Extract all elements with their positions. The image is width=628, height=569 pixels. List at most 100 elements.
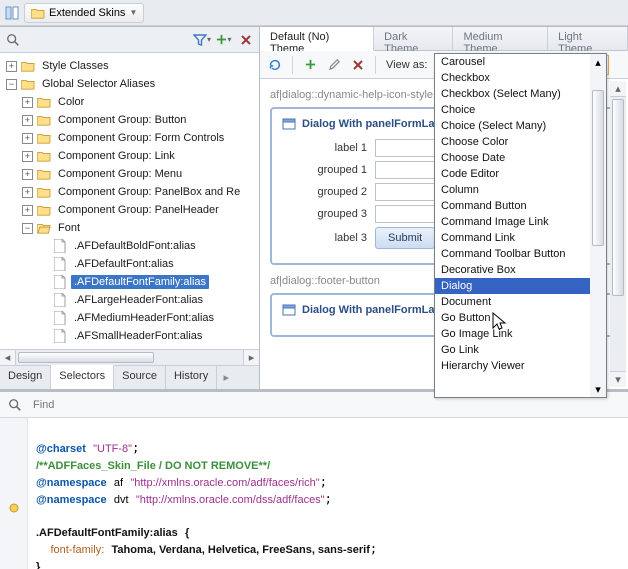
form-label: grouped 1	[282, 164, 367, 176]
tree-label: .AFDefaultFontFamily:alias	[71, 275, 209, 289]
dropdown-item[interactable]: Document	[435, 294, 606, 310]
dropdown-item[interactable]: Choose Date	[435, 150, 606, 166]
text-input[interactable]	[375, 139, 435, 157]
dropdown-item[interactable]: Checkbox (Select Many)	[435, 86, 606, 102]
search-icon[interactable]	[6, 396, 24, 414]
scroll-down-icon[interactable]: ▾	[610, 371, 626, 387]
dropdown-item[interactable]: Carousel	[435, 54, 606, 70]
tab-source[interactable]: Source	[114, 366, 166, 389]
tree-label: Component Group: Menu	[55, 167, 185, 181]
tree-scroll[interactable]: +Style Classes−Global Selector Aliases+C…	[0, 53, 259, 349]
theme-tab[interactable]: Medium Theme	[453, 27, 548, 50]
text-input[interactable]	[375, 205, 435, 223]
viewas-dropdown[interactable]: CarouselCheckboxCheckbox (Select Many)Ch…	[434, 53, 607, 398]
add-icon[interactable]	[301, 56, 319, 74]
expand-icon[interactable]: +	[22, 205, 33, 216]
tree-node[interactable]: −Global Selector Aliases	[4, 75, 257, 93]
tree-label: .AFLargeHeaderFont:alias	[71, 293, 206, 307]
edit-icon[interactable]	[325, 56, 343, 74]
tree-node[interactable]: +Component Group: Button	[20, 111, 257, 129]
submit-button[interactable]: Submit	[375, 227, 435, 249]
scroll-thumb[interactable]	[612, 99, 624, 296]
dropdown-item[interactable]: Choice	[435, 102, 606, 118]
expand-icon[interactable]: +	[22, 151, 33, 162]
tree-node[interactable]: − Font	[20, 219, 257, 237]
text-input[interactable]	[375, 183, 435, 201]
tab-history[interactable]: History	[166, 366, 217, 389]
source-editor[interactable]: @charset "UTF-8"; /**ADFFaces_Skin_File …	[0, 418, 628, 569]
text-input[interactable]	[375, 161, 435, 179]
search-icon[interactable]	[4, 31, 22, 49]
tab-design[interactable]: Design	[0, 366, 51, 389]
tabs-overflow-icon[interactable]: ▸	[217, 366, 235, 389]
dropdown-item[interactable]: Command Link	[435, 230, 606, 246]
dropdown-item[interactable]: Checkbox	[435, 70, 606, 86]
delete-icon[interactable]	[349, 56, 367, 74]
dropdown-item[interactable]: Command Button	[435, 198, 606, 214]
tree-node[interactable]: .AFDefaultFontFamily:alias	[36, 273, 257, 291]
tree-label: Style Classes	[39, 59, 112, 73]
source-panel: @charset "UTF-8"; /**ADFFaces_Skin_File …	[0, 389, 628, 569]
tree-node[interactable]: + Component Group: Menu	[20, 165, 257, 183]
expand-icon[interactable]: +	[22, 97, 33, 108]
expand-icon	[38, 277, 49, 288]
theme-tabstrip: Default (No) ThemeDark ThemeMedium Theme…	[260, 27, 628, 51]
dropdown-item[interactable]: Code Editor	[435, 166, 606, 182]
dropdown-item[interactable]: Go Button	[435, 310, 606, 326]
tree-node[interactable]: .AFSmallHeaderFont:alias	[36, 327, 257, 345]
dropdown-item[interactable]: Choice (Select Many)	[435, 118, 606, 134]
folder-icon	[36, 166, 52, 182]
tree-h-scrollbar[interactable]: ◂ ▸	[0, 349, 259, 365]
tree-node[interactable]: + Component Group: Form Controls	[20, 129, 257, 147]
theme-tab[interactable]: Dark Theme	[374, 27, 453, 50]
tree-node[interactable]: +Component Group: Link	[20, 147, 257, 165]
expand-icon[interactable]: +	[22, 169, 33, 180]
collapse-icon[interactable]: −	[6, 79, 17, 90]
dropdown-scrollbar[interactable]: ▴▾	[590, 54, 606, 397]
expand-icon[interactable]: +	[22, 187, 33, 198]
delete-icon[interactable]	[237, 31, 255, 49]
find-input[interactable]	[30, 396, 622, 414]
dialog-icon	[282, 117, 296, 131]
scroll-thumb[interactable]	[18, 352, 154, 363]
theme-tab[interactable]: Light Theme	[548, 27, 628, 50]
expand-icon[interactable]: +	[6, 61, 17, 72]
chevron-down-icon: ▼	[129, 8, 137, 17]
dropdown-item[interactable]: Command Image Link	[435, 214, 606, 230]
tree-node[interactable]: +Color	[20, 93, 257, 111]
scroll-up-icon[interactable]: ▴	[610, 81, 626, 97]
theme-tab[interactable]: Default (No) Theme	[260, 27, 374, 51]
expand-icon[interactable]: +	[22, 115, 33, 126]
dropdown-item[interactable]: Decorative Box	[435, 262, 606, 278]
tree-label: Component Group: Form Controls	[55, 131, 227, 145]
tree-node[interactable]: .AFDefaultFont:alias	[36, 255, 257, 273]
preview-v-scrollbar[interactable]: ▴ ▾	[610, 81, 626, 387]
scroll-right-icon[interactable]: ▸	[243, 350, 259, 365]
tree-node[interactable]: + Style Classes	[4, 57, 257, 75]
dropdown-item[interactable]: Dialog	[435, 278, 606, 294]
tree-node[interactable]: .AFDefaultBoldFont:alias	[36, 237, 257, 255]
add-icon[interactable]: ▾	[215, 31, 233, 49]
expand-icon[interactable]: +	[22, 133, 33, 144]
folder-icon	[36, 148, 52, 164]
scroll-left-icon[interactable]: ◂	[0, 350, 16, 365]
dropdown-item[interactable]: Command Toolbar Button	[435, 246, 606, 262]
tree-node[interactable]: .AFLargeHeaderFont:alias	[36, 291, 257, 309]
panes-icon[interactable]	[4, 5, 20, 21]
breadcrumb-extended-skins[interactable]: Extended Skins ▼	[24, 3, 144, 23]
dropdown-item[interactable]: Go Link	[435, 342, 606, 358]
filter-icon[interactable]: ▾	[193, 31, 211, 49]
dropdown-item[interactable]: Column	[435, 182, 606, 198]
tree-label: Font	[55, 221, 83, 235]
dropdown-item[interactable]: Choose Color	[435, 134, 606, 150]
title-bar: Extended Skins ▼	[0, 0, 628, 26]
tree-node[interactable]: +Component Group: PanelHeader	[20, 201, 257, 219]
tree-node[interactable]: .AFMediumHeaderFont:alias	[36, 309, 257, 327]
tab-selectors[interactable]: Selectors	[51, 365, 114, 389]
dropdown-item[interactable]: Hierarchy Viewer	[435, 358, 606, 374]
collapse-icon[interactable]: −	[22, 223, 33, 234]
tree-node[interactable]: + Component Group: PanelBox and Re	[20, 183, 257, 201]
refresh-icon[interactable]	[266, 56, 284, 74]
dropdown-item[interactable]: Go Image Link	[435, 326, 606, 342]
tree-label: Component Group: PanelBox and Re	[55, 185, 243, 199]
